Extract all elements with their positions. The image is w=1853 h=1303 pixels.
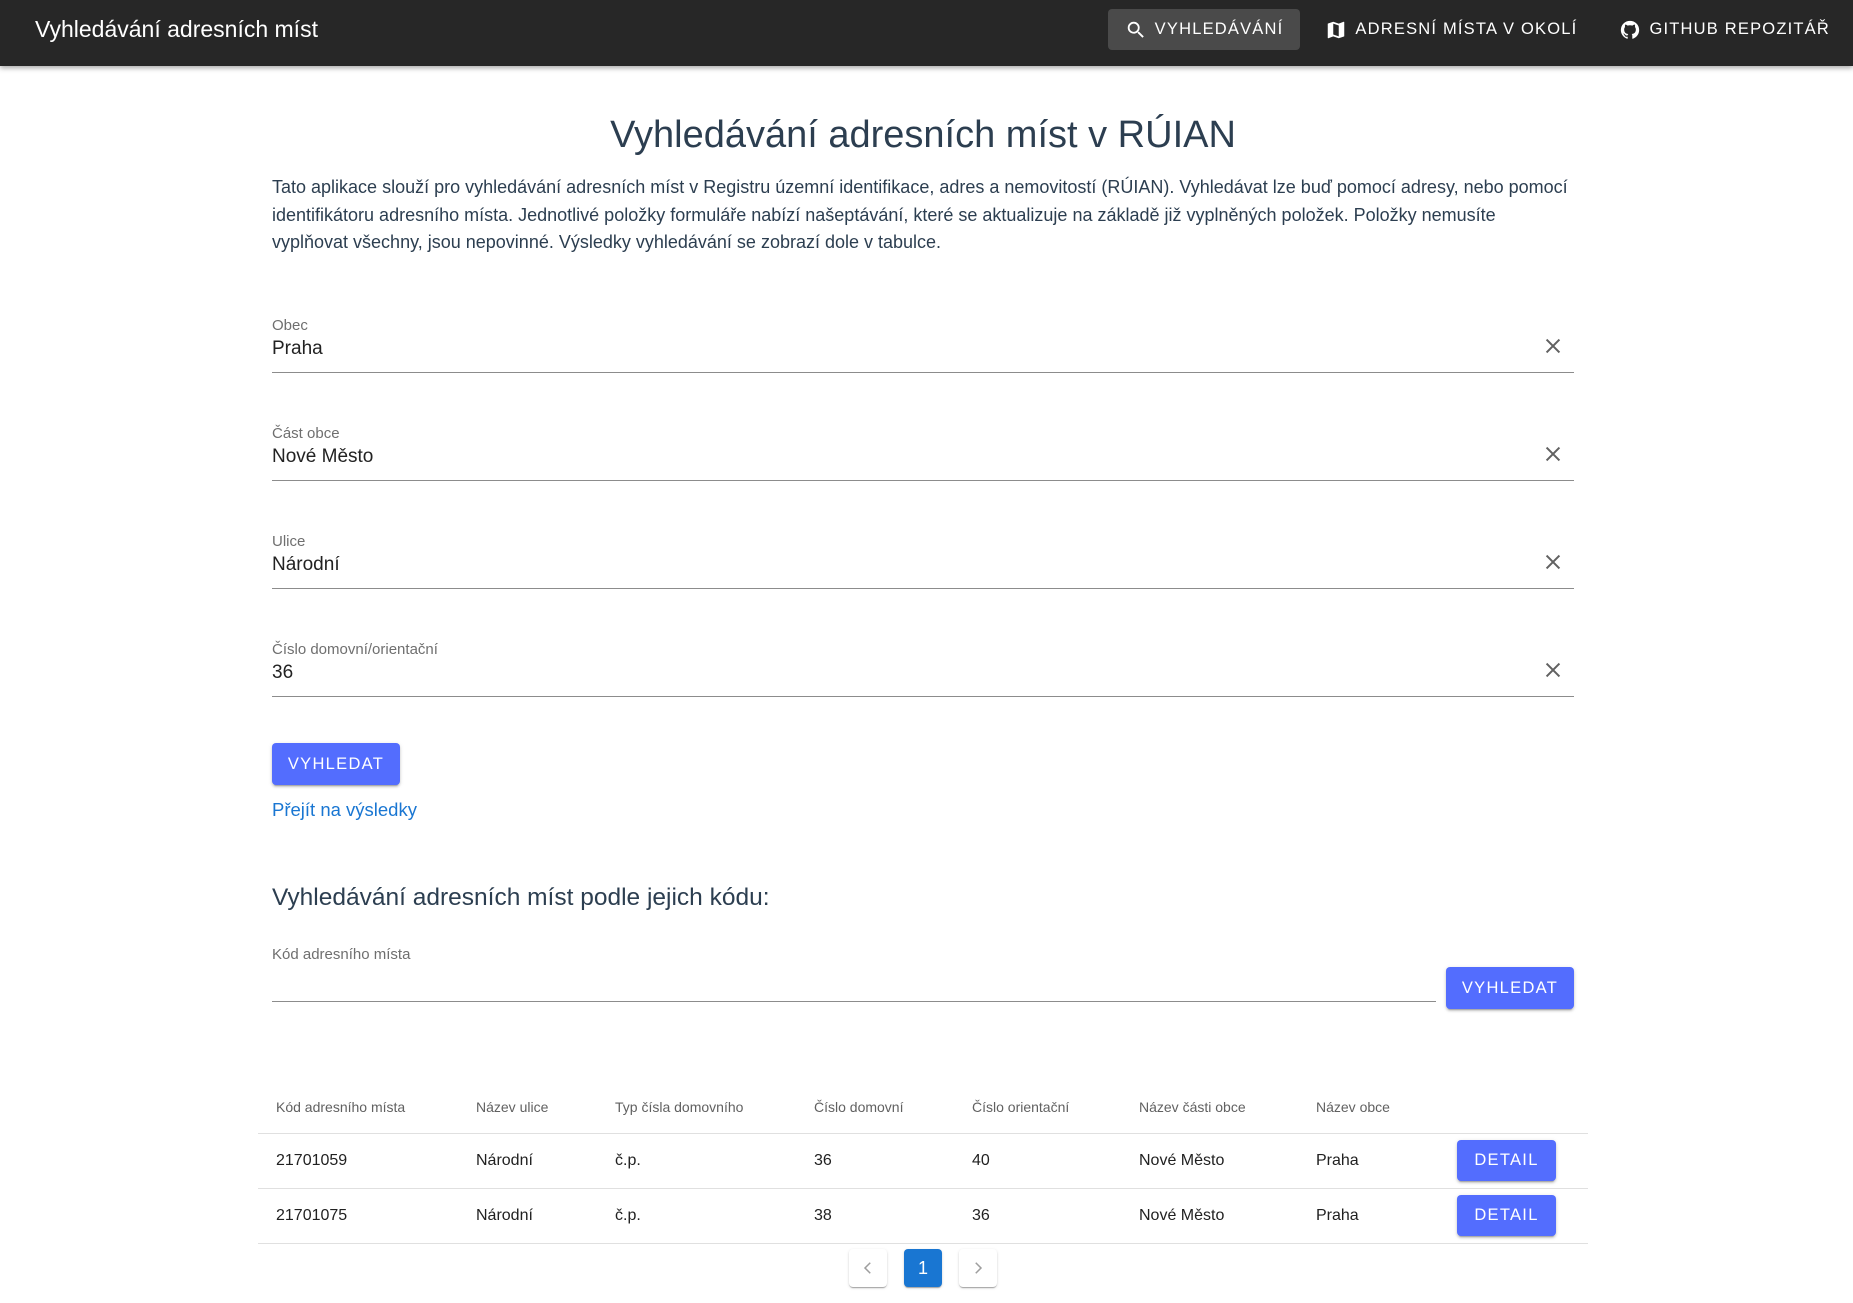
code-field[interactable]: Kód adresního místa <box>272 946 1436 1002</box>
code-label: Kód adresního místa <box>272 946 411 963</box>
cislo-label: Číslo domovní/orientační <box>272 641 438 658</box>
clear-icon[interactable] <box>1542 659 1564 681</box>
cislo-value[interactable]: 36 <box>272 662 293 684</box>
intro-text: Tato aplikace slouží pro vyhledávání adr… <box>272 177 1568 252</box>
field-underline <box>272 372 1574 373</box>
cell-typ: č.p. <box>615 1207 641 1224</box>
header-ulice[interactable]: Název ulice <box>476 1099 548 1115</box>
nav-nearby-button[interactable]: Adresní místa v okolí <box>1308 9 1594 50</box>
next-page-button[interactable] <box>959 1249 997 1287</box>
table-header: Kód adresního místa Název ulice Typ čísl… <box>258 1078 1588 1134</box>
cell-typ: č.p. <box>615 1152 641 1169</box>
header-obec[interactable]: Název obce <box>1316 1099 1390 1115</box>
cell-obec: Praha <box>1316 1152 1359 1169</box>
nav-search-label: Vyhledávání <box>1154 20 1284 38</box>
header-typ[interactable]: Typ čísla domovního <box>615 1099 743 1115</box>
nav-nearby-label: Adresní místa v okolí <box>1355 20 1578 38</box>
nav-github-button[interactable]: GitHub repozitář <box>1602 9 1847 50</box>
cast-obce-value[interactable]: Nové Město <box>272 446 373 468</box>
cell-cast-obce: Nové Město <box>1139 1152 1225 1169</box>
clear-icon[interactable] <box>1542 443 1564 465</box>
ulice-field[interactable]: Ulice Národní <box>272 533 1574 589</box>
table-row: 21701075 Národní č.p. 38 36 Nové Město P… <box>258 1189 1588 1244</box>
code-search-button[interactable]: Vyhledat <box>1446 967 1574 1009</box>
results-table: Kód adresního místa Název ulice Typ čísl… <box>258 1078 1588 1244</box>
cell-kod: 21701059 <box>276 1152 348 1169</box>
cell-cislo-domovni: 38 <box>814 1207 832 1224</box>
table-row: 21701059 Národní č.p. 36 40 Nové Město P… <box>258 1134 1588 1189</box>
field-underline <box>272 696 1574 697</box>
page-title: Vyhledávání adresních míst v RÚIAN <box>610 114 1236 156</box>
ulice-label: Ulice <box>272 533 306 550</box>
chevron-left-icon <box>859 1259 877 1277</box>
header-kod[interactable]: Kód adresního místa <box>276 1099 405 1115</box>
app-bar: Vyhledávání adresních míst Vyhledávání A… <box>0 0 1853 66</box>
code-search-title: Vyhledávání adresních míst podle jejich … <box>272 884 770 911</box>
search-icon <box>1125 19 1147 41</box>
prev-page-button[interactable] <box>849 1249 887 1287</box>
cell-cislo-domovni: 36 <box>814 1152 832 1169</box>
cell-cast-obce: Nové Město <box>1139 1207 1225 1224</box>
cast-obce-field[interactable]: Část obce Nové Město <box>272 425 1574 481</box>
pagination: 1 <box>849 1249 997 1287</box>
clear-icon[interactable] <box>1542 551 1564 573</box>
header-cast-obce[interactable]: Název části obce <box>1139 1099 1246 1115</box>
cell-cislo-orientacni: 36 <box>972 1207 990 1224</box>
cell-ulice: Národní <box>476 1152 533 1169</box>
chevron-right-icon <box>969 1259 987 1277</box>
page-button-current[interactable]: 1 <box>904 1249 942 1287</box>
obec-value[interactable]: Praha <box>272 338 323 360</box>
nav-github-label: GitHub repozitář <box>1649 20 1830 38</box>
detail-button[interactable]: Detail <box>1457 1195 1556 1236</box>
cislo-field[interactable]: Číslo domovní/orientační 36 <box>272 641 1574 697</box>
header-cislo-orientacni[interactable]: Číslo orientační <box>972 1099 1069 1115</box>
results-link[interactable]: Přejít na výsledky <box>272 799 417 821</box>
field-underline <box>272 588 1574 589</box>
clear-icon[interactable] <box>1542 335 1564 357</box>
cell-ulice: Národní <box>476 1207 533 1224</box>
app-title: Vyhledávání adresních míst <box>35 16 318 42</box>
top-nav: Vyhledávání Adresní místa v okolí GitHub… <box>1107 9 1847 50</box>
ulice-value[interactable]: Národní <box>272 554 340 576</box>
detail-button[interactable]: Detail <box>1457 1140 1556 1181</box>
cast-obce-label: Část obce <box>272 425 340 442</box>
obec-label: Obec <box>272 317 308 334</box>
cell-obec: Praha <box>1316 1207 1359 1224</box>
search-button[interactable]: Vyhledat <box>272 743 400 785</box>
cell-cislo-orientacni: 40 <box>972 1152 990 1169</box>
github-icon <box>1619 19 1641 41</box>
field-underline <box>272 480 1574 481</box>
nav-search-button[interactable]: Vyhledávání <box>1107 9 1301 50</box>
cell-kod: 21701075 <box>276 1207 348 1224</box>
map-icon <box>1325 19 1347 41</box>
field-underline <box>272 1001 1436 1002</box>
obec-field[interactable]: Obec Praha <box>272 317 1574 373</box>
header-cislo-domovni[interactable]: Číslo domovní <box>814 1099 903 1115</box>
